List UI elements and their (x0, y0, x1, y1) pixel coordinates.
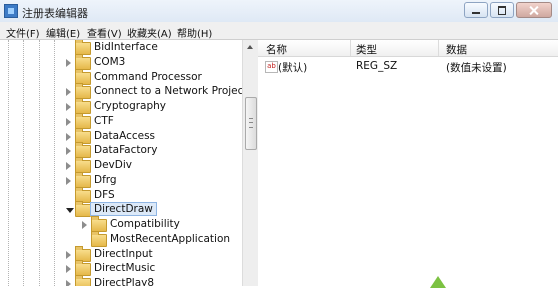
tree-node[interactable]: DirectDraw (0, 201, 240, 218)
tree-node[interactable]: DirectInput (0, 245, 240, 262)
folder-icon (75, 275, 91, 286)
tree-node-label[interactable]: Command Processor (94, 71, 202, 83)
tree-node-label[interactable]: COM3 (94, 56, 125, 68)
tree-node[interactable]: Command Processor (0, 68, 240, 85)
tree-node-label[interactable]: MostRecentApplication (110, 233, 230, 245)
expand-arrow-icon[interactable] (66, 250, 71, 259)
collapse-arrow-icon[interactable] (66, 208, 74, 214)
reg-string-icon (265, 61, 278, 73)
list-header: 名称 类型 数据 (258, 40, 558, 57)
expand-arrow-icon[interactable] (66, 162, 71, 170)
expand-arrow-icon[interactable] (82, 221, 87, 229)
column-separator[interactable] (350, 40, 351, 56)
tree-node-label[interactable]: Dfrg (94, 174, 117, 186)
expand-arrow-icon[interactable] (66, 103, 71, 111)
tree-node-label[interactable]: DirectMusic (94, 262, 155, 274)
tree-node[interactable]: DirectPlay8 (0, 275, 240, 286)
value-data: (数值未设置) (446, 62, 507, 74)
window-controls (462, 2, 552, 18)
expand-arrow-icon[interactable] (66, 132, 71, 141)
tree-node[interactable]: BidInterface (0, 40, 240, 55)
scroll-thumb[interactable] (245, 97, 257, 150)
menu-favorites[interactable]: 收藏夹(A) (127, 25, 172, 40)
tree-node-label[interactable]: DirectInput (94, 248, 153, 260)
menu-file[interactable]: 文件(F) (6, 25, 40, 40)
expand-arrow-icon[interactable] (66, 265, 71, 274)
tree-node[interactable]: Compatibility (0, 216, 240, 232)
tree-node-label[interactable]: Cryptography (94, 100, 166, 112)
menu-bar: 文件(F) 编辑(E) 查看(V) 收藏夹(A) 帮助(H) (0, 22, 558, 40)
expand-arrow-icon[interactable] (66, 176, 71, 185)
tree-node-label[interactable]: DFS (94, 189, 115, 201)
maximize-button[interactable] (490, 2, 514, 18)
expand-arrow-icon[interactable] (66, 88, 71, 97)
title-bar: 注册表编辑器 (0, 0, 558, 22)
tree-node[interactable]: DataAccess (0, 127, 240, 144)
tree-node[interactable]: DataFactory (0, 142, 240, 159)
tree-node-label[interactable]: Connect to a Network Projector (94, 85, 257, 97)
folder-icon (75, 201, 91, 218)
tree-node[interactable]: Cryptography (0, 98, 240, 114)
values-list[interactable]: 名称 类型 数据 (默认) REG_SZ (数值未设置) (258, 40, 558, 286)
value-type: REG_SZ (356, 60, 398, 72)
menu-edit[interactable]: 编辑(E) (46, 25, 80, 40)
tree-node[interactable]: DFS (0, 186, 240, 203)
tree-node[interactable]: Connect to a Network Projector (0, 83, 257, 100)
menu-help[interactable]: 帮助(H) (177, 25, 212, 40)
tree-node[interactable]: COM3 (0, 53, 240, 70)
tree-scrollbar[interactable] (242, 40, 258, 286)
tree-node[interactable]: DirectMusic (0, 260, 240, 277)
tree-node-label[interactable]: BidInterface (94, 41, 158, 53)
tree-node-label[interactable]: Compatibility (110, 218, 180, 230)
menu-view[interactable]: 查看(V) (87, 25, 122, 40)
column-header-type[interactable]: 类型 (356, 42, 377, 57)
minimize-button[interactable] (464, 2, 488, 18)
expand-arrow-icon[interactable] (66, 147, 71, 156)
tree-node[interactable]: Dfrg (0, 171, 240, 188)
scroll-grip-icon (249, 118, 253, 128)
scroll-up-arrow-icon[interactable] (247, 45, 253, 49)
arrow-up-icon (430, 276, 446, 288)
tree-node-label[interactable]: DevDiv (94, 159, 132, 171)
tree-node[interactable]: CTF (0, 112, 240, 129)
tree-node-label[interactable]: CTF (94, 115, 114, 127)
tree-node-label[interactable]: DataAccess (94, 130, 155, 142)
close-button[interactable] (516, 2, 552, 18)
expand-arrow-icon[interactable] (66, 117, 71, 126)
tree-node-label[interactable]: DataFactory (94, 144, 157, 156)
folder-icon (91, 230, 107, 247)
expand-arrow-icon[interactable] (66, 280, 71, 286)
value-name[interactable]: (默认) (278, 60, 307, 75)
registry-tree[interactable]: BidInterface COM3 Command Processor Connect… (0, 40, 258, 286)
tree-node-label[interactable]: DirectDraw (90, 202, 157, 217)
column-header-name[interactable]: 名称 (266, 42, 287, 57)
window-title: 注册表编辑器 (22, 7, 88, 20)
tree-node[interactable]: MostRecentApplication (0, 230, 240, 247)
column-header-data[interactable]: 数据 (446, 42, 467, 57)
column-separator[interactable] (438, 40, 439, 56)
tree-node-label[interactable]: DirectPlay8 (94, 277, 154, 286)
tree-node[interactable]: DevDiv (0, 157, 240, 173)
registry-editor-icon (4, 4, 18, 18)
expand-arrow-icon[interactable] (66, 58, 71, 67)
